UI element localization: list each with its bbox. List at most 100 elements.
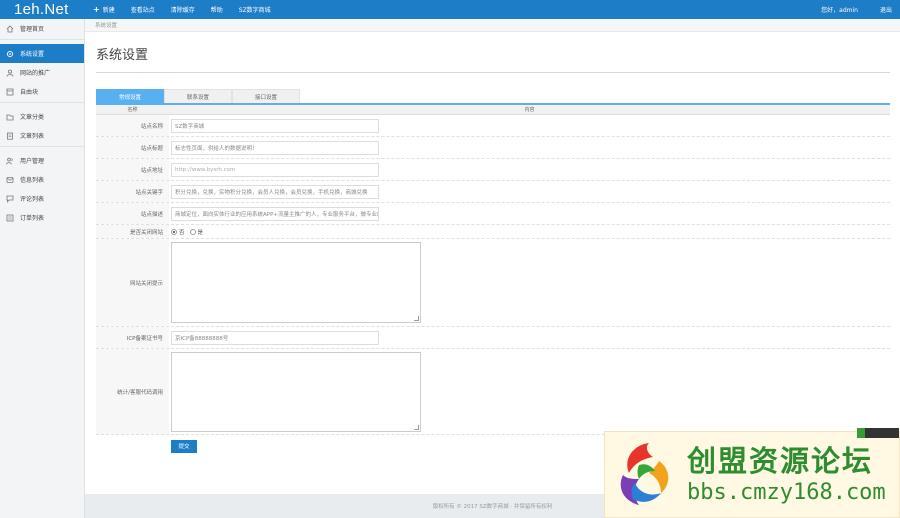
sidebar-item-user-management[interactable]: 用户管理 <box>0 151 84 170</box>
radio-no[interactable]: 否 <box>171 228 185 236</box>
column-header-content: 内容 <box>524 107 535 113</box>
settings-tabs: 常规设置 联系设置 接口设置 <box>96 89 300 103</box>
site-title-input[interactable]: 标志性页面，供给人的数据说明！ <box>171 140 379 155</box>
site-description-label: 站点描述 <box>96 203 169 224</box>
top-nav-clear-cache[interactable]: 清除缓存 <box>163 5 203 14</box>
icp-label: ICP备案证书号 <box>96 327 169 348</box>
top-nav-view-site[interactable]: 查看站点 <box>123 5 163 14</box>
column-header-name: 名称 <box>127 107 138 113</box>
site-keywords-label: 站点关键字 <box>96 181 169 202</box>
form-row-site-title: 站点标题 标志性页面，供给人的数据说明！ <box>96 137 890 159</box>
radio-yes-label: 是 <box>197 229 204 236</box>
form-row-stats-code: 统计/客服代码调用 <box>96 349 890 435</box>
submit-button[interactable]: 提交 <box>171 439 197 453</box>
site-name-input[interactable]: SZ数字商城 <box>171 118 379 133</box>
top-nav: + 新建 查看站点 清除缓存 帮助 SZ数字商城 <box>85 5 279 14</box>
order-icon <box>6 214 14 222</box>
sidebar-item-label: 文章分类 <box>20 114 45 121</box>
document-icon <box>6 132 14 140</box>
radio-yes[interactable]: 是 <box>189 228 204 236</box>
sidebar-item-system-settings[interactable]: 系统设置 <box>0 44 84 63</box>
sidebar-item-label: 系统设置 <box>20 51 45 58</box>
site-keywords-input[interactable]: 积分兑换，兑换，实物积分兑换，会员人兑换，会员兑换，手机兑换，商城兑换 <box>171 184 379 199</box>
site-url-input[interactable]: http://www.bysrh.com <box>171 162 379 177</box>
radio-no-dot <box>171 228 177 235</box>
block-icon <box>6 88 14 96</box>
footer-copyright: 版权所有 © 2017 SZ数字商城 · 并保留所有权利 <box>432 504 553 510</box>
title-divider <box>96 72 890 73</box>
top-nav-new[interactable]: + 新建 <box>85 5 123 14</box>
users-icon <box>6 157 14 165</box>
info-icon <box>6 176 14 184</box>
gear-icon <box>6 50 14 58</box>
top-nav-new-label: 新建 <box>102 7 115 14</box>
icp-input[interactable]: 京ICP备88888888号 <box>171 330 379 345</box>
sidebar-item-comment-list[interactable]: 评论列表 <box>0 189 84 208</box>
folder-icon <box>6 113 14 121</box>
logout-link[interactable]: 退出 <box>880 5 892 14</box>
site-name-label: 站点名称 <box>96 115 169 136</box>
form-row-site-keywords: 站点关键字 积分兑换，兑换，实物积分兑换，会员人兑换，会员兑换，手机兑换，商城兑… <box>96 181 890 203</box>
comment-icon <box>6 195 14 203</box>
stats-code-textarea[interactable] <box>171 351 421 432</box>
form-row-site-url: 站点地址 http://www.bysrh.com <box>96 159 890 181</box>
forum-watermark: 创盟资源论坛 bbs.cmzy168.com <box>604 428 900 518</box>
sidebar-item-free-block[interactable]: 自由块 <box>0 82 84 101</box>
close-notice-textarea[interactable] <box>171 242 421 323</box>
sidebar-item-label: 自由块 <box>20 89 39 96</box>
sidebar-item-label: 网站的推广 <box>20 70 51 77</box>
sidebar-item-article-list[interactable]: 文章列表 <box>0 126 84 145</box>
sidebar-item-label: 订单列表 <box>20 215 45 222</box>
tab-contact-settings[interactable]: 联系设置 <box>164 89 232 103</box>
settings-form: 名称 内容 站点名称 SZ数字商城 站点标题 标志性页面，供给人的数据说明！ 站… <box>96 103 890 473</box>
home-icon <box>6 24 14 33</box>
watermark-text: 创盟资源论坛 bbs.cmzy168.com <box>687 443 886 507</box>
watermark-corner <box>859 428 899 438</box>
main-content: 系统设置 系统设置 常规设置 联系设置 接口设置 名称 内容 站点名称 SZ数字… <box>85 19 900 494</box>
sidebar: 管理首页 系统设置 网站的推广 自由块 文章分类 文章列表 用户管理 信息列表 … <box>0 19 85 518</box>
sidebar-item-article-category[interactable]: 文章分类 <box>0 107 84 126</box>
resize-grip-icon[interactable] <box>414 424 419 430</box>
logo[interactable]: 1eh.Net <box>0 0 85 19</box>
site-closed-label: 是否关闭网站 <box>96 225 169 238</box>
form-row-site-closed: 是否关闭网站 否 是 <box>96 225 890 239</box>
user-area: 您好，admin 退出 <box>821 0 892 19</box>
stats-code-label: 统计/客服代码调用 <box>96 349 169 434</box>
plus-icon: + <box>93 5 100 14</box>
close-notice-label: 网站关闭提示 <box>96 239 169 326</box>
form-row-site-name: 站点名称 SZ数字商城 <box>96 115 890 137</box>
form-row-site-description: 站点描述 商城定位，面向实体行业的应用系统APP+流量主推广的人，专业服务平台，… <box>96 203 890 225</box>
sidebar-item-home[interactable]: 管理首页 <box>0 19 84 38</box>
swirl-logo-icon <box>620 442 669 505</box>
radio-no-label: 否 <box>179 229 185 236</box>
top-navbar: 1eh.Net + 新建 查看站点 清除缓存 帮助 SZ数字商城 您好，admin… <box>0 0 900 19</box>
site-title-label: 站点标题 <box>96 137 169 158</box>
top-nav-store[interactable]: SZ数字商城 <box>231 5 279 14</box>
tab-general-settings[interactable]: 常规设置 <box>96 89 164 103</box>
form-row-close-notice: 网站关闭提示 <box>96 239 890 327</box>
sidebar-item-label: 信息列表 <box>20 177 45 184</box>
radio-yes-dot <box>189 228 196 235</box>
page-title: 系统设置 <box>96 48 149 63</box>
top-nav-help[interactable]: 帮助 <box>203 5 231 14</box>
breadcrumb-current: 系统设置 <box>95 23 118 29</box>
watermark-corner-accent <box>857 428 865 438</box>
user-icon <box>6 69 14 77</box>
watermark-url: bbs.cmzy168.com <box>687 479 886 505</box>
user-greeting: 您好，admin <box>821 7 858 14</box>
sidebar-item-promotion[interactable]: 网站的推广 <box>0 63 84 82</box>
watermark-title: 创盟资源论坛 <box>687 443 874 478</box>
form-table-header: 名称 内容 <box>96 105 890 115</box>
sidebar-item-order-list[interactable]: 订单列表 <box>0 208 84 227</box>
sidebar-item-label: 用户管理 <box>20 158 45 165</box>
breadcrumb: 系统设置 <box>85 19 900 32</box>
site-description-input[interactable]: 商城定位，面向实体行业的应用系统APP+流量主推广的人，专业服务平台，做专业的推… <box>171 206 379 221</box>
sidebar-item-label: 评论列表 <box>20 196 45 203</box>
form-row-icp: ICP备案证书号 京ICP备88888888号 <box>96 327 890 349</box>
site-url-label: 站点地址 <box>96 159 169 180</box>
resize-grip-icon[interactable] <box>414 316 419 321</box>
tab-api-settings[interactable]: 接口设置 <box>232 89 300 103</box>
sidebar-item-info-list[interactable]: 信息列表 <box>0 170 84 189</box>
sidebar-item-label: 管理首页 <box>20 26 45 33</box>
sidebar-item-label: 文章列表 <box>20 133 45 140</box>
